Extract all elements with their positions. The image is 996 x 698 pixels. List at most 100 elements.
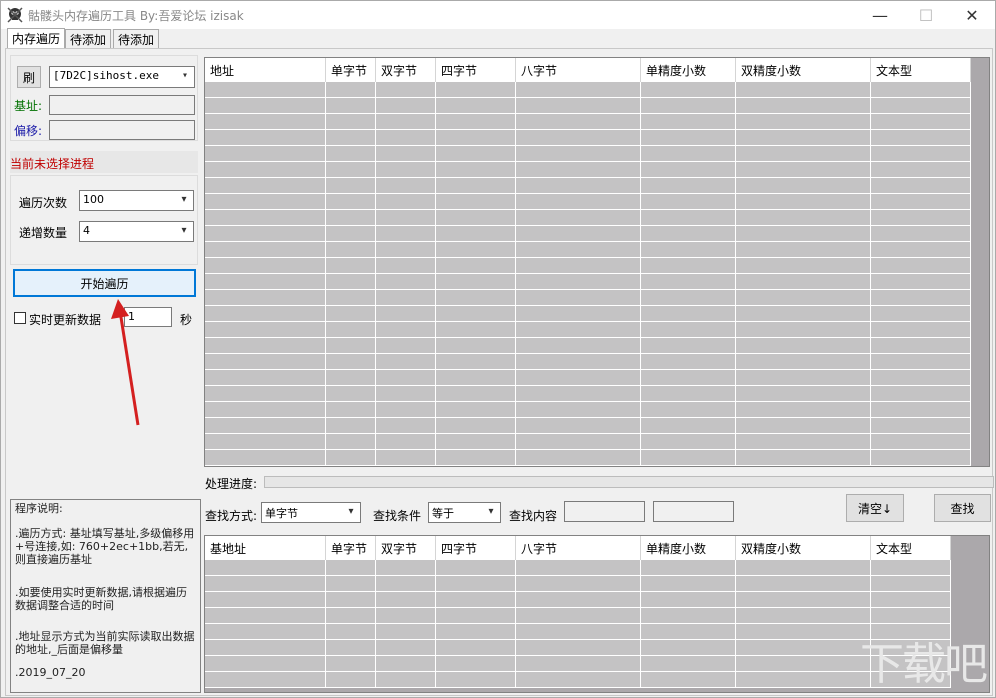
table-cell[interactable]	[736, 592, 871, 608]
table-cell[interactable]	[376, 354, 436, 370]
table-cell[interactable]	[436, 576, 516, 592]
table-cell[interactable]	[205, 290, 326, 306]
table-cell[interactable]	[641, 592, 736, 608]
table-cell[interactable]	[736, 608, 871, 624]
table-cell[interactable]	[641, 402, 736, 418]
table-cell[interactable]	[516, 130, 641, 146]
table-cell[interactable]	[436, 434, 516, 450]
table-cell[interactable]	[326, 370, 376, 386]
table-cell[interactable]	[205, 226, 326, 242]
table-cell[interactable]	[871, 354, 971, 370]
table-row[interactable]	[205, 672, 951, 688]
table-cell[interactable]	[376, 178, 436, 194]
table-row[interactable]	[205, 178, 971, 194]
table-cell[interactable]	[326, 226, 376, 242]
table-cell[interactable]	[326, 98, 376, 114]
table-cell[interactable]	[205, 608, 326, 624]
table-cell[interactable]	[436, 370, 516, 386]
table-cell[interactable]	[736, 82, 871, 98]
search-condition-select[interactable]: 等于 ▾	[428, 502, 501, 523]
process-select[interactable]: [7D2C]sihost.exe ▾	[49, 66, 195, 88]
table-row[interactable]	[205, 290, 971, 306]
table-cell[interactable]	[736, 178, 871, 194]
table-cell[interactable]	[516, 338, 641, 354]
table-cell[interactable]	[641, 576, 736, 592]
table-cell[interactable]	[871, 210, 971, 226]
table-row[interactable]	[205, 656, 951, 672]
table-cell[interactable]	[436, 290, 516, 306]
table-cell[interactable]	[436, 114, 516, 130]
table-cell[interactable]	[516, 656, 641, 672]
table-cell[interactable]	[436, 640, 516, 656]
table-cell[interactable]	[736, 418, 871, 434]
table-cell[interactable]	[326, 576, 376, 592]
table-cell[interactable]	[736, 656, 871, 672]
table-row[interactable]	[205, 258, 971, 274]
table-cell[interactable]	[871, 258, 971, 274]
table-cell[interactable]	[326, 146, 376, 162]
table-cell[interactable]	[436, 98, 516, 114]
table-cell[interactable]	[736, 624, 871, 640]
table-cell[interactable]	[205, 258, 326, 274]
iterations-select[interactable]: 100 ▾	[79, 190, 194, 211]
table-cell[interactable]	[326, 624, 376, 640]
table-cell[interactable]	[871, 162, 971, 178]
table-row[interactable]	[205, 560, 951, 576]
table-cell[interactable]	[871, 98, 971, 114]
table-cell[interactable]	[376, 656, 436, 672]
column-header[interactable]: 单字节	[326, 58, 376, 82]
table-cell[interactable]	[641, 640, 736, 656]
table-cell[interactable]	[436, 306, 516, 322]
close-button[interactable]: ✕	[949, 1, 995, 29]
table-cell[interactable]	[326, 130, 376, 146]
table-cell[interactable]	[376, 338, 436, 354]
table-row[interactable]	[205, 624, 951, 640]
table-cell[interactable]	[516, 274, 641, 290]
table-cell[interactable]	[376, 274, 436, 290]
table-cell[interactable]	[376, 608, 436, 624]
table-cell[interactable]	[516, 114, 641, 130]
table-cell[interactable]	[376, 576, 436, 592]
table-cell[interactable]	[205, 402, 326, 418]
table-cell[interactable]	[326, 242, 376, 258]
column-header[interactable]: 基地址	[205, 536, 326, 560]
table-cell[interactable]	[871, 450, 971, 466]
start-traverse-button[interactable]: 开始遍历	[13, 269, 196, 297]
column-header[interactable]: 地址	[205, 58, 326, 82]
table-cell[interactable]	[871, 576, 951, 592]
minimize-button[interactable]: —	[857, 1, 903, 29]
table-cell[interactable]	[736, 274, 871, 290]
table-cell[interactable]	[436, 210, 516, 226]
table-cell[interactable]	[516, 226, 641, 242]
table-cell[interactable]	[205, 640, 326, 656]
table-cell[interactable]	[326, 592, 376, 608]
table-cell[interactable]	[326, 274, 376, 290]
search-content-input[interactable]	[564, 501, 645, 522]
table-cell[interactable]	[516, 640, 641, 656]
table-cell[interactable]	[516, 672, 641, 688]
table-cell[interactable]	[736, 576, 871, 592]
table-cell[interactable]	[205, 210, 326, 226]
table-cell[interactable]	[516, 418, 641, 434]
table-cell[interactable]	[205, 178, 326, 194]
table-cell[interactable]	[736, 210, 871, 226]
table-cell[interactable]	[205, 306, 326, 322]
table-cell[interactable]	[871, 130, 971, 146]
table-cell[interactable]	[516, 162, 641, 178]
table-cell[interactable]	[736, 338, 871, 354]
table-cell[interactable]	[871, 146, 971, 162]
table-cell[interactable]	[326, 560, 376, 576]
table-cell[interactable]	[641, 98, 736, 114]
table-cell[interactable]	[326, 82, 376, 98]
table-cell[interactable]	[736, 194, 871, 210]
table-cell[interactable]	[516, 354, 641, 370]
column-header[interactable]: 单字节	[326, 536, 376, 560]
table-cell[interactable]	[516, 82, 641, 98]
table-cell[interactable]	[205, 672, 326, 688]
table-cell[interactable]	[871, 306, 971, 322]
table-cell[interactable]	[376, 98, 436, 114]
table-row[interactable]	[205, 418, 971, 434]
table-cell[interactable]	[376, 402, 436, 418]
table-row[interactable]	[205, 82, 971, 98]
table-cell[interactable]	[516, 178, 641, 194]
